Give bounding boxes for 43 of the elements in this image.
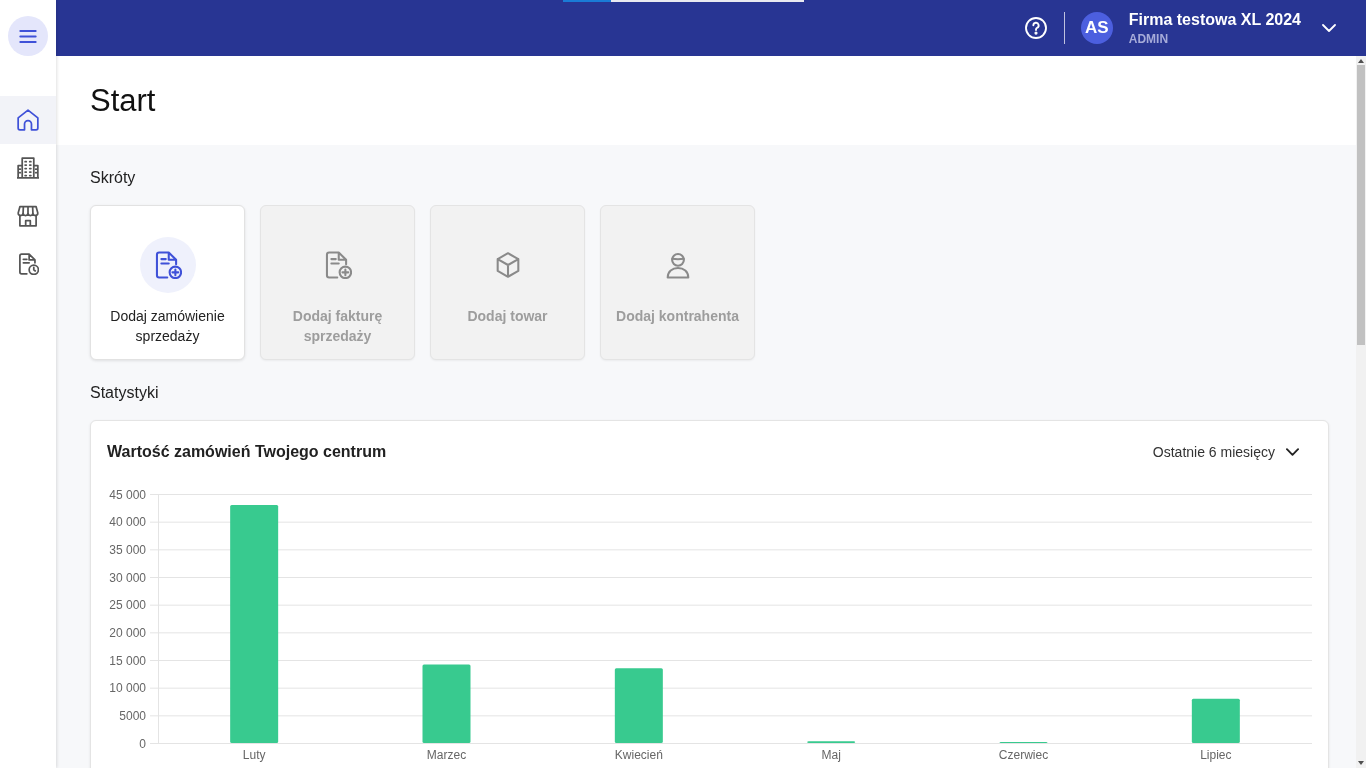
scrollbar-thumb[interactable] (1357, 65, 1365, 345)
axis-label: Czerwiec (998, 748, 1049, 762)
menu-button[interactable] (8, 16, 48, 56)
axis-label: 35 000 (109, 542, 146, 557)
arrow-down-icon[interactable] (1358, 761, 1364, 765)
chart-title: Wartość zamówień Twojego centrum (107, 443, 387, 461)
help-button[interactable] (1024, 17, 1047, 39)
axis-label: 30 000 (109, 570, 146, 585)
axis-label: Lipiec (1200, 748, 1232, 762)
section-heading: Skróty (90, 168, 137, 188)
axis-label: 5000 (119, 708, 146, 723)
page-title: Start (90, 81, 156, 120)
chevron-down-icon (1322, 24, 1336, 32)
axis-label: 20 000 (109, 625, 146, 640)
home-icon (17, 109, 39, 131)
axis-label: 40 000 (109, 515, 146, 530)
document-clock-icon (17, 253, 39, 275)
sidebar-item[interactable] (0, 96, 56, 144)
chart-bar (1191, 698, 1240, 743)
user-role: ADMIN (1128, 32, 1170, 45)
axis-label: 10 000 (109, 681, 146, 696)
help-icon (1024, 17, 1047, 39)
axis-label: 25 000 (109, 598, 146, 613)
document-plus-icon (323, 251, 352, 279)
axis-label: Kwiecień (614, 748, 663, 762)
axis-label: 15 000 (109, 653, 146, 668)
shortcut-card[interactable]: Dodaj zamówienie sprzedaży (90, 205, 245, 360)
menu-icon (19, 29, 37, 43)
section-heading: Statystyki (90, 383, 160, 403)
building-icon (17, 157, 39, 179)
chevron-down-icon (1286, 448, 1299, 456)
period-dropdown[interactable]: Ostatnie 6 miesięcy (1152, 444, 1299, 460)
account-menu-button[interactable] (1322, 24, 1336, 32)
company-name: Firma testowa XL 2024 (1128, 11, 1301, 28)
axis-label: Marzec (426, 748, 467, 762)
arrow-up-icon[interactable] (1358, 59, 1364, 63)
avatar: AS (1080, 12, 1113, 44)
axis-label: Maj (821, 748, 841, 762)
axis-label: 45 000 (109, 487, 146, 502)
axis-label: Luty (242, 748, 266, 762)
store-icon (17, 205, 39, 227)
axis-label: 0 (139, 736, 146, 751)
scrollbar[interactable] (1356, 56, 1366, 768)
